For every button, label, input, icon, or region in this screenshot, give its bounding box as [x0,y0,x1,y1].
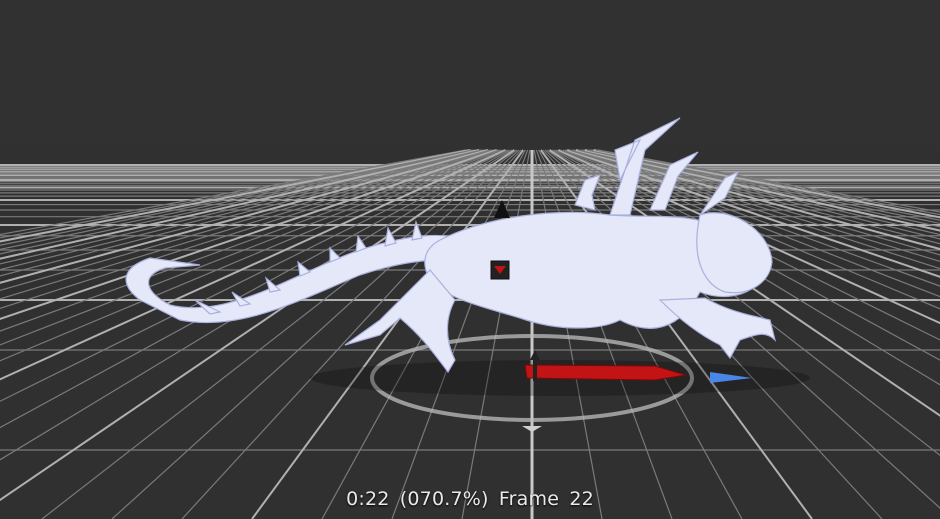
playback-time: 0:22 [346,488,390,510]
y-axis-handle[interactable] [533,357,537,381]
frame-number: 22 [569,488,594,510]
playback-status-bar: 0:22 (070.7%) Frame 22 [0,488,940,510]
frame-label: Frame [498,488,560,510]
playback-progress: (070.7%) [399,488,489,510]
3d-viewport[interactable]: 0:22 (070.7%) Frame 22 [0,0,940,519]
ground-grid [0,117,940,519]
